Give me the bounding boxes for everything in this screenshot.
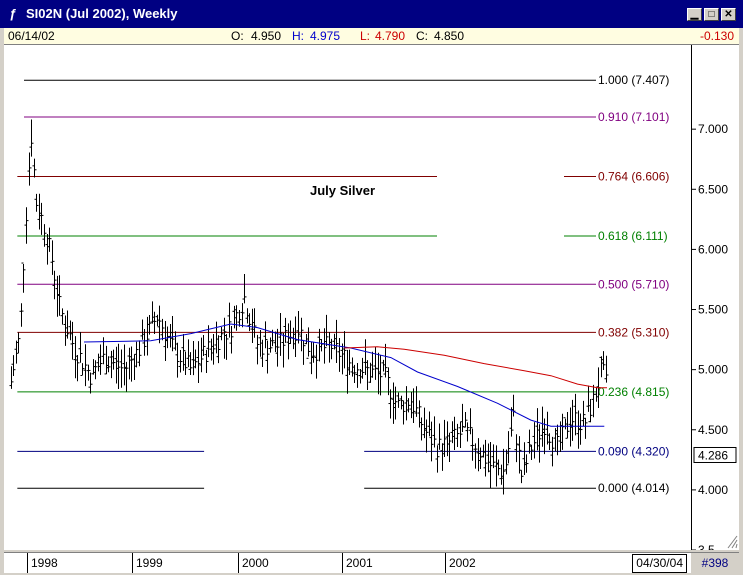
high-value: 4.975 xyxy=(310,29,341,43)
bar-date: 06/14/02 xyxy=(8,29,55,43)
maximize-button[interactable]: □ xyxy=(704,8,719,21)
y-axis-panel xyxy=(691,45,739,550)
fib-label-0.000: 0.000 (4.014) xyxy=(598,481,669,495)
y-tick-label: 6.000 xyxy=(698,242,728,256)
current-price-label: 4.286 xyxy=(698,448,728,462)
date-box[interactable]: 04/30/04 xyxy=(632,554,687,573)
y-tick-label: 4.000 xyxy=(698,483,728,497)
low-value: 4.790 xyxy=(375,29,406,43)
close-value: 4.850 xyxy=(434,29,465,43)
change-value: -0.130 xyxy=(700,29,735,43)
close-button[interactable]: ✕ xyxy=(721,8,736,21)
fib-label-1.000: 1.000 (7.407) xyxy=(598,73,669,87)
fib-label-0.618: 0.618 (6.111) xyxy=(598,229,668,243)
low-label: L: xyxy=(360,29,371,43)
year-label-2002: 2002 xyxy=(445,553,476,573)
price-chart[interactable]: 1.000 (7.407) 0.910 (7.101) 0.764 (6.606) 0… xyxy=(4,45,739,557)
y-tick-label: 5.500 xyxy=(698,303,728,317)
fib-label-0.500: 0.500 (5.710) xyxy=(598,277,669,291)
fib-label-0.090: 0.090 (4.320) xyxy=(598,444,669,458)
minimize-button[interactable]: ▁ xyxy=(687,8,702,21)
chart-area[interactable]: 1.000 (7.407) 0.910 (7.101) 0.764 (6.606) 0… xyxy=(4,45,739,557)
y-tick-label: 5.000 xyxy=(698,363,728,377)
high-label: H: xyxy=(292,29,304,43)
fib-label-0.382: 0.382 (5.310) xyxy=(598,325,669,339)
fib-label-0.764: 0.764 (6.606) xyxy=(598,170,669,184)
y-tick-label: 7.000 xyxy=(698,122,728,136)
window-title: SI02N (Jul 2002), Weekly xyxy=(26,6,178,21)
chart-title: July Silver xyxy=(310,183,375,198)
year-label-1998: 1998 xyxy=(27,553,58,573)
open-value: 4.950 xyxy=(251,29,282,43)
year-label-2001: 2001 xyxy=(342,553,373,573)
year-label-2000: 2000 xyxy=(238,553,269,573)
time-axis-bar: 1998 1999 2000 2001 2002 04/30/04 #398 xyxy=(4,552,739,573)
fib-label-0.236: 0.236 (4.815) xyxy=(598,385,669,399)
close-label: C: xyxy=(416,29,428,43)
year-label-1999: 1999 xyxy=(132,553,163,573)
open-label: O: xyxy=(231,29,244,43)
chart-icon: ƒ xyxy=(9,6,17,21)
y-tick-label: 3.5 xyxy=(698,543,715,550)
y-tick-label: 6.500 xyxy=(698,182,728,196)
ohlc-info-bar: 06/14/02 O: 4.950 H: 4.975 L: 4.790 C: 4… xyxy=(4,28,739,45)
y-tick-label: 4.500 xyxy=(698,423,728,437)
fib-label-0.910: 0.910 (7.101) xyxy=(598,110,669,124)
title-bar: ƒ SI02N (Jul 2002), Weekly ▁ □ ✕ xyxy=(0,0,743,28)
bar-count: #398 xyxy=(691,553,739,573)
